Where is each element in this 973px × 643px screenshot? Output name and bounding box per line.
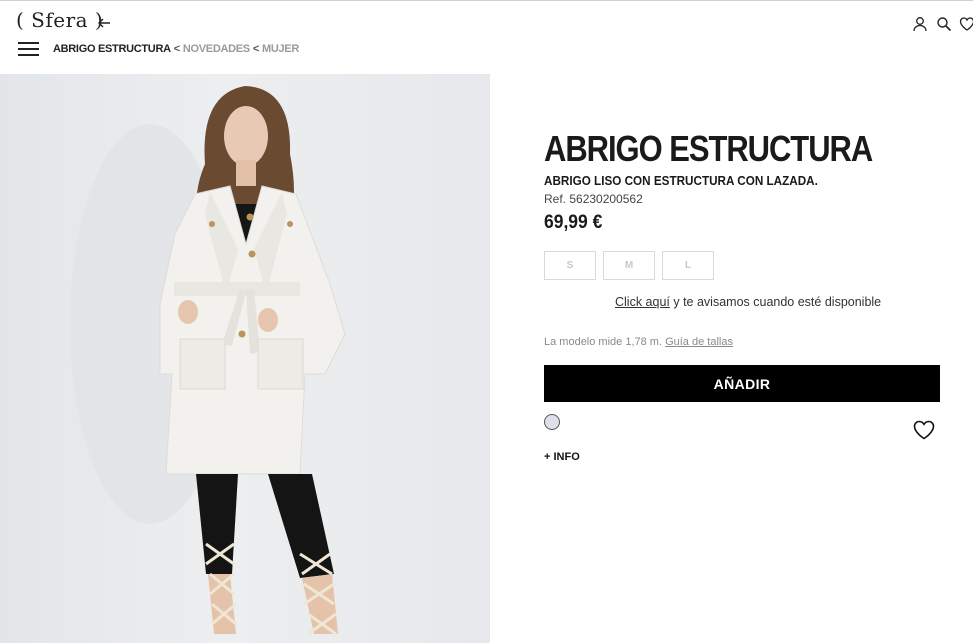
size-guide-link[interactable]: Guía de tallas [665, 336, 733, 348]
wishlist-heart-icon[interactable] [913, 420, 935, 440]
breadcrumb-separator: < [252, 43, 259, 55]
model-illustration [70, 86, 346, 636]
arrow-left-icon[interactable] [96, 15, 112, 31]
product-reference: Ref. 56230200562 [544, 192, 643, 206]
product-price: 69,99 € [544, 212, 603, 233]
user-icon[interactable] [912, 16, 928, 32]
product-title: ABRIGO ESTRUCTURA [544, 128, 873, 169]
size-option-s[interactable]: S [544, 251, 596, 280]
size-selector: S M L [544, 251, 714, 280]
product-image[interactable] [0, 74, 490, 643]
search-icon[interactable] [936, 16, 952, 32]
model-info: La modelo mide 1,78 m. Guía de tallas [544, 336, 733, 348]
hamburger-icon[interactable] [18, 42, 39, 57]
notify-link[interactable]: Click aquí [615, 295, 670, 309]
sfera-logo[interactable]: ( Sfera ) [16, 8, 103, 32]
product-subtitle: ABRIGO LISO CON ESTRUCTURA CON LAZADA. [544, 173, 818, 188]
heart-icon[interactable] [959, 16, 973, 32]
breadcrumb: ABRIGO ESTRUCTURA < NOVEDADES < MUJER [53, 43, 299, 55]
notify-text: y te avisamos cuando esté disponible [669, 295, 882, 309]
breadcrumb-separator: < [173, 43, 180, 55]
top-border [0, 0, 973, 1]
breadcrumb-link-mujer[interactable]: MUJER [262, 43, 299, 55]
model-height-text: La modelo mide 1,78 m. [544, 336, 663, 348]
size-option-l[interactable]: L [662, 251, 714, 280]
breadcrumb-current: ABRIGO ESTRUCTURA [53, 43, 171, 55]
add-to-cart-button[interactable]: AÑADIR [544, 365, 940, 402]
size-option-m[interactable]: M [603, 251, 655, 280]
breadcrumb-link-novedades[interactable]: NOVEDADES [183, 43, 250, 55]
more-info-toggle[interactable]: + INFO [544, 451, 580, 463]
color-swatch[interactable] [544, 414, 560, 430]
availability-notice: Click aquí y te avisamos cuando esté dis… [615, 295, 881, 309]
